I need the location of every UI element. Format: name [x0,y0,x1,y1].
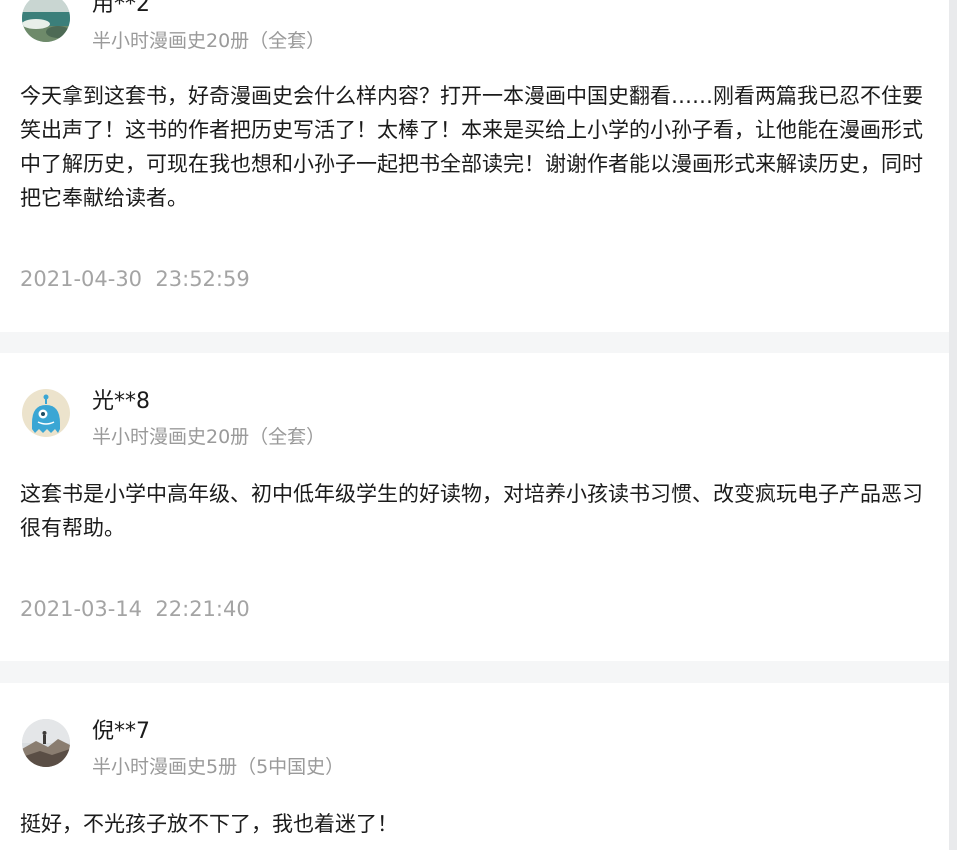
user-avatar[interactable] [22,389,70,437]
scrollbar[interactable] [949,0,957,850]
blue-robot-avatar-icon [22,389,70,437]
review-card: 光**8 半小时漫画史20册（全套） 这套书是小学中高年级、初中低年级学生的好读… [0,353,949,661]
book-title[interactable]: 半小时漫画史20册（全套） [92,424,325,450]
review-text: 挺好，不光孩子放不下了，我也着迷了！ [20,812,398,836]
review-timestamp: 2021-04-30 23:52:59 [20,267,250,291]
review-text: 今天拿到这套书，好奇漫画史会什么样内容？打开一本漫画中国史翻看……刚看两篇我已忍… [20,84,923,210]
review-card: 倪**7 半小时漫画史5册（5中国史） 挺好，不光孩子放不下了，我也着迷了！ [0,683,949,850]
book-title[interactable]: 半小时漫画史20册（全套） [92,28,325,54]
username[interactable]: 倪**7 [92,718,150,746]
user-avatar[interactable] [22,0,70,42]
user-avatar[interactable] [22,719,70,767]
review-card: 用**2 半小时漫画史20册（全套） 今天拿到这套书，好奇漫画史会什么样内容？打… [0,0,949,332]
username[interactable]: 光**8 [92,388,150,416]
seaside-photo-avatar-icon [22,0,70,42]
reviews-page: 用**2 半小时漫画史20册（全套） 今天拿到这套书，好奇漫画史会什么样内容？打… [0,0,957,850]
landscape-photo-avatar-icon [22,719,70,767]
username[interactable]: 用**2 [92,0,150,19]
review-text: 这套书是小学中高年级、初中低年级学生的好读物，对培养小孩读书习惯、改变疯玩电子产… [20,482,923,540]
review-timestamp: 2021-03-14 22:21:40 [20,597,250,621]
book-title[interactable]: 半小时漫画史5册（5中国史） [92,754,344,780]
